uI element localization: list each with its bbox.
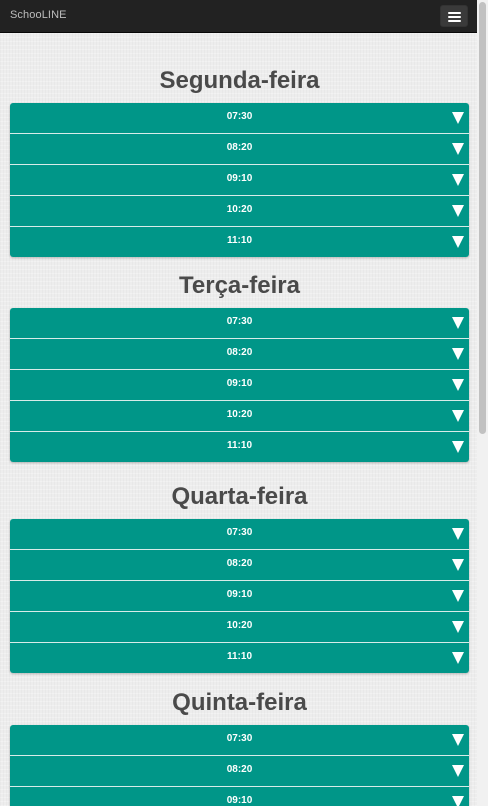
- slot-time: 10:20: [226, 620, 253, 631]
- time-slot[interactable]: 10:20: [10, 401, 469, 432]
- slot-time: 09:10: [226, 589, 253, 600]
- slot-list: 07:30 08:20 09:10 10:20 11:10: [10, 103, 469, 257]
- brand-title[interactable]: SchooLINE: [10, 9, 67, 21]
- triangle-down-icon: [452, 143, 464, 155]
- time-slot[interactable]: 08:20: [10, 550, 469, 581]
- day-title: Quinta-feira: [172, 689, 307, 716]
- time-slot[interactable]: 07:30: [10, 308, 469, 339]
- time-slot[interactable]: 07:30: [10, 519, 469, 550]
- menu-toggle-button[interactable]: [440, 5, 468, 27]
- day-title: Terça-feira: [179, 272, 300, 299]
- navbar: SchooLINE: [0, 0, 477, 33]
- time-slot[interactable]: 08:20: [10, 339, 469, 370]
- scrollbar-thumb[interactable]: [479, 2, 486, 434]
- triangle-down-icon: [452, 734, 464, 746]
- slot-time: 09:10: [226, 378, 253, 389]
- day-title: Segunda-feira: [159, 67, 320, 94]
- time-slot[interactable]: 10:20: [10, 612, 469, 643]
- slot-list: 07:30 08:20 09:10 10:20 11:10: [10, 519, 469, 673]
- slot-time: 10:20: [226, 409, 253, 420]
- triangle-down-icon: [452, 205, 464, 217]
- time-slot[interactable]: 08:20: [10, 134, 469, 165]
- slot-time: 11:10: [226, 440, 253, 451]
- triangle-down-icon: [452, 765, 464, 777]
- slot-time: 07:30: [226, 316, 253, 327]
- slot-time: 09:10: [226, 795, 253, 806]
- page-scrollbar[interactable]: [477, 0, 488, 806]
- slot-time: 07:30: [226, 733, 253, 744]
- time-slot[interactable]: 11:10: [10, 643, 469, 673]
- triangle-down-icon: [452, 348, 464, 360]
- time-slot[interactable]: 07:30: [10, 103, 469, 134]
- time-slot[interactable]: 10:20: [10, 196, 469, 227]
- triangle-down-icon: [452, 441, 464, 453]
- time-slot[interactable]: 11:10: [10, 432, 469, 462]
- slot-time: 08:20: [226, 764, 253, 775]
- day-title: Quarta-feira: [171, 483, 308, 510]
- slot-time: 11:10: [226, 235, 253, 246]
- triangle-down-icon: [452, 174, 464, 186]
- triangle-down-icon: [452, 796, 464, 806]
- triangle-down-icon: [452, 652, 464, 664]
- slot-time: 07:30: [226, 527, 253, 538]
- slot-list: 07:30 08:20 09:10: [10, 725, 469, 806]
- time-slot[interactable]: 11:10: [10, 227, 469, 257]
- slot-list: 07:30 08:20 09:10 10:20 11:10: [10, 308, 469, 462]
- triangle-down-icon: [452, 528, 464, 540]
- time-slot[interactable]: 09:10: [10, 581, 469, 612]
- hamburger-menu-icon: [448, 12, 461, 14]
- slot-time: 09:10: [226, 173, 253, 184]
- time-slot[interactable]: 09:10: [10, 787, 469, 806]
- triangle-down-icon: [452, 410, 464, 422]
- triangle-down-icon: [452, 379, 464, 391]
- time-slot[interactable]: 07:30: [10, 725, 469, 756]
- slot-time: 11:10: [226, 651, 253, 662]
- slot-time: 07:30: [226, 111, 253, 122]
- triangle-down-icon: [452, 621, 464, 633]
- triangle-down-icon: [452, 112, 464, 124]
- triangle-down-icon: [452, 559, 464, 571]
- triangle-down-icon: [452, 317, 464, 329]
- time-slot[interactable]: 08:20: [10, 756, 469, 787]
- slot-time: 08:20: [226, 347, 253, 358]
- time-slot[interactable]: 09:10: [10, 370, 469, 401]
- triangle-down-icon: [452, 590, 464, 602]
- slot-time: 08:20: [226, 558, 253, 569]
- slot-time: 08:20: [226, 142, 253, 153]
- time-slot[interactable]: 09:10: [10, 165, 469, 196]
- triangle-down-icon: [452, 236, 464, 248]
- slot-time: 10:20: [226, 204, 253, 215]
